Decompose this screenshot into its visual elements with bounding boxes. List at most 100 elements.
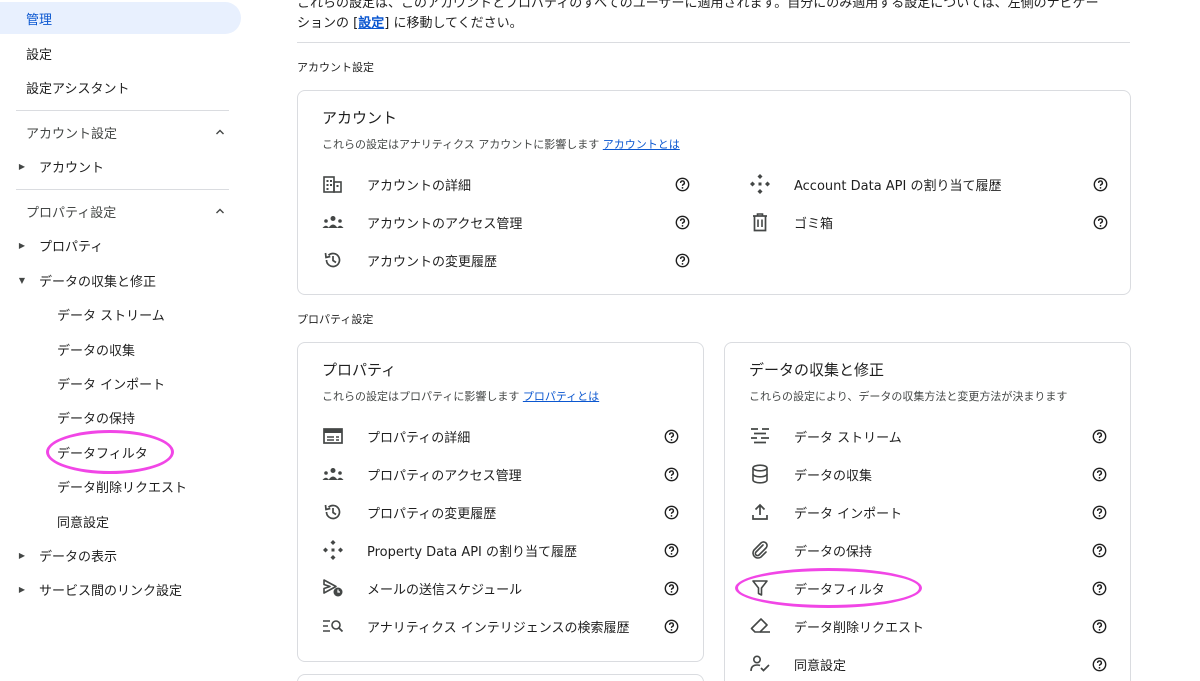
account-group-label: アカウント設定	[297, 61, 374, 74]
divider	[297, 42, 1130, 43]
row-label: プロパティの変更履歴	[367, 506, 497, 522]
help-icon[interactable]	[1091, 580, 1107, 596]
next-card	[297, 674, 704, 681]
trash-row[interactable]: ゴミ箱	[749, 207, 1108, 237]
sidebar-item-label: データフィルタ	[57, 446, 148, 462]
row-label: プロパティの詳細	[367, 430, 471, 446]
sidebar-item-data-filters[interactable]: データフィルタ	[0, 436, 148, 468]
settings-link[interactable]: 設定	[358, 16, 384, 31]
intro-line: これらの設定は、このアカウントとプロパティのすべてのユーザーに適用されます。自分…	[297, 0, 1099, 11]
help-icon[interactable]	[1091, 504, 1107, 520]
row-label: データフィルタ	[794, 582, 885, 598]
history-icon	[322, 501, 344, 523]
search-history-icon	[322, 615, 344, 637]
history-icon	[322, 249, 344, 271]
sidebar-item-settings[interactable]: 設定	[0, 37, 52, 69]
property-details-row[interactable]: プロパティの詳細	[322, 421, 679, 451]
card-title: プロパティ	[322, 361, 397, 379]
row-label: Account Data API の割り当て履歴	[794, 178, 1002, 194]
sidebar-item-label: 設定アシスタント	[26, 81, 130, 97]
what-is-account-link[interactable]: アカウントとは	[603, 138, 680, 151]
data-streams-row[interactable]: データ ストリーム	[749, 421, 1107, 451]
database-icon	[749, 463, 771, 485]
property-api-history-row[interactable]: Property Data API の割り当て履歴	[322, 535, 679, 565]
help-icon[interactable]	[663, 504, 679, 520]
data-collection-row[interactable]: データの収集	[749, 459, 1107, 489]
data-collection-card: データの収集と修正 これらの設定により、データの収集方法と変更方法が決まります …	[724, 342, 1131, 681]
sidebar-item-account[interactable]: ▶ アカウント	[0, 150, 104, 182]
data-import-row[interactable]: データ インポート	[749, 497, 1107, 527]
sidebar-item-data-collection[interactable]: ▼ データの収集と修正	[0, 264, 156, 296]
sidebar-item-admin[interactable]: 管理	[0, 2, 241, 34]
help-icon[interactable]	[1091, 466, 1107, 482]
sidebar-item-data-deletion[interactable]: データ削除リクエスト	[0, 470, 187, 502]
row-label: アカウントの変更履歴	[367, 254, 498, 270]
email-schedule-row[interactable]: メールの送信スケジュール	[322, 573, 679, 603]
data-retention-row[interactable]: データの保持	[749, 535, 1107, 565]
sidebar-item-property[interactable]: ▶ プロパティ	[0, 229, 103, 261]
sidebar-item-label: データの収集と修正	[39, 274, 157, 290]
help-icon[interactable]	[663, 618, 679, 634]
account-api-history-row[interactable]: Account Data API の割り当て履歴	[749, 169, 1108, 199]
data-deletion-row[interactable]: データ削除リクエスト	[749, 611, 1107, 641]
sidebar-item-data-display[interactable]: ▶ データの表示	[0, 539, 117, 571]
sidebar-item-consent[interactable]: 同意設定	[0, 505, 109, 537]
sidebar-section-property[interactable]: プロパティ設定	[0, 195, 240, 227]
sidebar-item-label: 管理	[26, 12, 53, 28]
help-icon[interactable]	[1091, 542, 1107, 558]
help-icon[interactable]	[663, 466, 679, 482]
sidebar-item-product-links[interactable]: ▶ サービス間のリンク設定	[0, 573, 182, 605]
caret-right-icon: ▶	[18, 584, 26, 594]
eraser-icon	[749, 615, 771, 637]
what-is-property-link[interactable]: プロパティとは	[523, 390, 599, 403]
sidebar-item-label: データ インポート	[57, 377, 166, 393]
sidebar-item-label: データの収集	[57, 343, 136, 359]
upload-icon	[749, 501, 771, 523]
row-label: データ インポート	[794, 506, 903, 522]
help-icon[interactable]	[1091, 656, 1107, 672]
account-history-row[interactable]: アカウントの変更履歴	[322, 245, 690, 275]
row-label: データの収集	[794, 468, 873, 484]
help-icon[interactable]	[1091, 618, 1107, 634]
stream-icon	[749, 425, 771, 447]
filter-icon	[749, 577, 771, 599]
help-icon[interactable]	[674, 214, 690, 230]
card-desc: これらの設定により、データの収集方法と変更方法が決まります	[749, 390, 1068, 403]
consent-icon	[749, 653, 771, 675]
sidebar-section-account[interactable]: アカウント設定	[0, 116, 240, 148]
sidebar: 管理 設定 設定アシスタント アカウント設定 ▶ アカウント プロパティ設定 ▶…	[0, 0, 256, 681]
trash-icon	[749, 211, 771, 233]
people-icon	[322, 463, 344, 485]
sidebar-item-data-collection-sub[interactable]: データの収集	[0, 333, 135, 365]
help-icon[interactable]	[674, 176, 690, 192]
caret-down-icon: ▼	[18, 275, 26, 285]
sidebar-item-label: アカウント	[39, 160, 105, 176]
help-icon[interactable]	[1092, 214, 1108, 230]
property-history-row[interactable]: プロパティの変更履歴	[322, 497, 679, 527]
help-icon[interactable]	[663, 542, 679, 558]
help-icon[interactable]	[1092, 176, 1108, 192]
account-details-row[interactable]: アカウントの詳細	[322, 169, 690, 199]
help-icon[interactable]	[663, 580, 679, 596]
intro-suffix: ] に移動してください。	[384, 16, 523, 31]
sidebar-item-data-retention[interactable]: データの保持	[0, 401, 135, 433]
sidebar-item-data-import[interactable]: データ インポート	[0, 367, 165, 399]
consent-settings-row[interactable]: 同意設定	[749, 649, 1107, 679]
account-access-row[interactable]: アカウントのアクセス管理	[322, 207, 690, 237]
sidebar-item-data-streams[interactable]: データ ストリーム	[0, 298, 165, 330]
property-access-row[interactable]: プロパティのアクセス管理	[322, 459, 679, 489]
attach-icon	[749, 539, 771, 561]
help-icon[interactable]	[1091, 428, 1107, 444]
row-label: ゴミ箱	[794, 216, 834, 232]
data-filters-row[interactable]: データフィルタ	[749, 573, 1107, 603]
property-card: プロパティ これらの設定はプロパティに影響します プロパティとは プロパティの詳…	[297, 342, 704, 662]
chevron-up-icon	[214, 126, 226, 138]
caret-right-icon: ▶	[18, 550, 26, 560]
help-icon[interactable]	[674, 252, 690, 268]
sidebar-item-label: 同意設定	[57, 515, 110, 531]
sidebar-item-setup-assistant[interactable]: 設定アシスタント	[0, 71, 129, 103]
help-icon[interactable]	[663, 428, 679, 444]
sidebar-item-label: データの表示	[39, 549, 118, 565]
row-label: プロパティのアクセス管理	[367, 468, 522, 484]
intelligence-search-history-row[interactable]: アナリティクス インテリジェンスの検索履歴	[322, 611, 679, 641]
